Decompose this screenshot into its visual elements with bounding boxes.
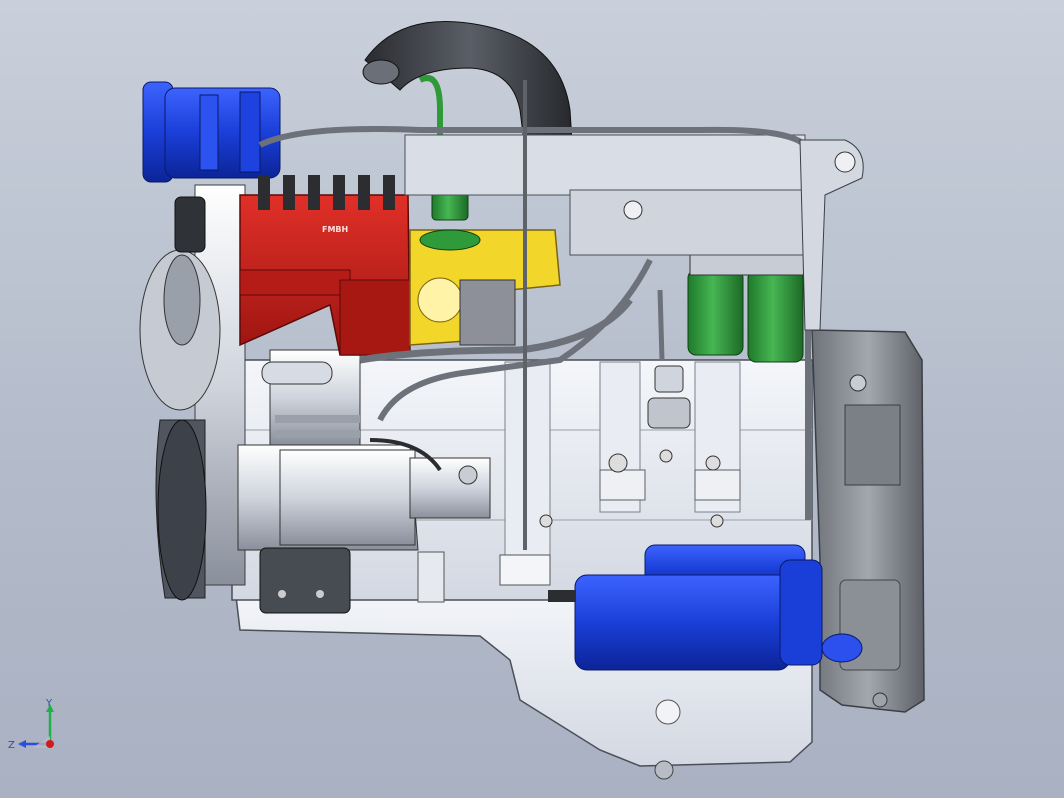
fuel-pump-label: FMBH <box>322 225 348 234</box>
origin-marker <box>46 740 54 748</box>
air-compressor[interactable] <box>261 349 361 446</box>
fuel-filter[interactable] <box>687 254 806 363</box>
coordinate-triad: Y Z <box>8 698 54 751</box>
z-axis-label: Z <box>8 740 15 751</box>
y-axis-label: Y <box>45 698 53 709</box>
ac-compressor[interactable] <box>142 81 281 183</box>
cad-viewport[interactable]: FMBH <box>0 0 1064 798</box>
fuel-injection-pump[interactable]: FMBH <box>239 175 411 356</box>
engine-mount-bracket[interactable] <box>799 139 864 331</box>
belt-tensioner[interactable] <box>174 196 206 253</box>
